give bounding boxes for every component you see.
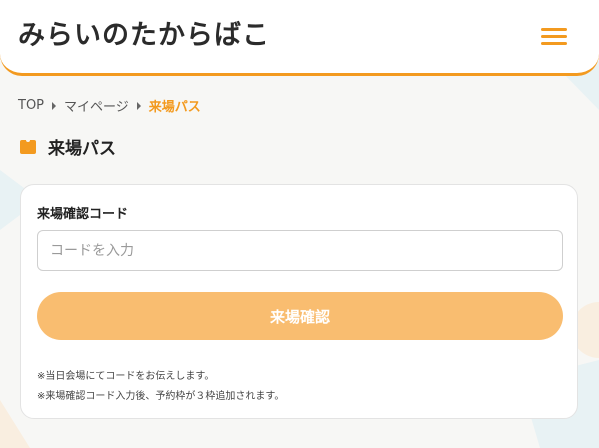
breadcrumb-mypage[interactable]: マイページ — [64, 96, 129, 115]
menu-bar — [541, 35, 567, 38]
menu-bar — [541, 28, 567, 31]
note-text: ※当日会場にてコードをお伝えします。 — [37, 371, 215, 382]
note-text: ※来場確認コード入力後、予約枠が３枠追加されます。 — [37, 391, 285, 402]
site-header: みらいのたからばこ — [0, 0, 599, 76]
menu-bar — [541, 42, 567, 45]
chevron-right-icon — [136, 101, 141, 110]
hamburger-menu-icon[interactable] — [541, 26, 569, 48]
confirm-visit-button[interactable]: 来場確認 — [37, 292, 563, 340]
visit-code-card: 来場確認コード 来場確認 ※当日会場にてコードをお伝えします。 ※来場確認コード… — [20, 184, 578, 419]
ticket-icon — [20, 137, 36, 154]
visit-code-label: 来場確認コード — [37, 207, 129, 222]
page-title: 来場パス — [48, 139, 116, 159]
breadcrumb-current: 来場パス — [148, 100, 201, 115]
breadcrumb: TOP マイページ 来場パス — [18, 96, 201, 115]
site-logo[interactable]: みらいのたからばこ — [18, 18, 270, 54]
chevron-right-icon — [52, 101, 57, 110]
breadcrumb-top[interactable]: TOP — [18, 98, 44, 113]
visit-code-input[interactable] — [37, 230, 563, 271]
page-title-block: 来場パス — [20, 134, 116, 159]
